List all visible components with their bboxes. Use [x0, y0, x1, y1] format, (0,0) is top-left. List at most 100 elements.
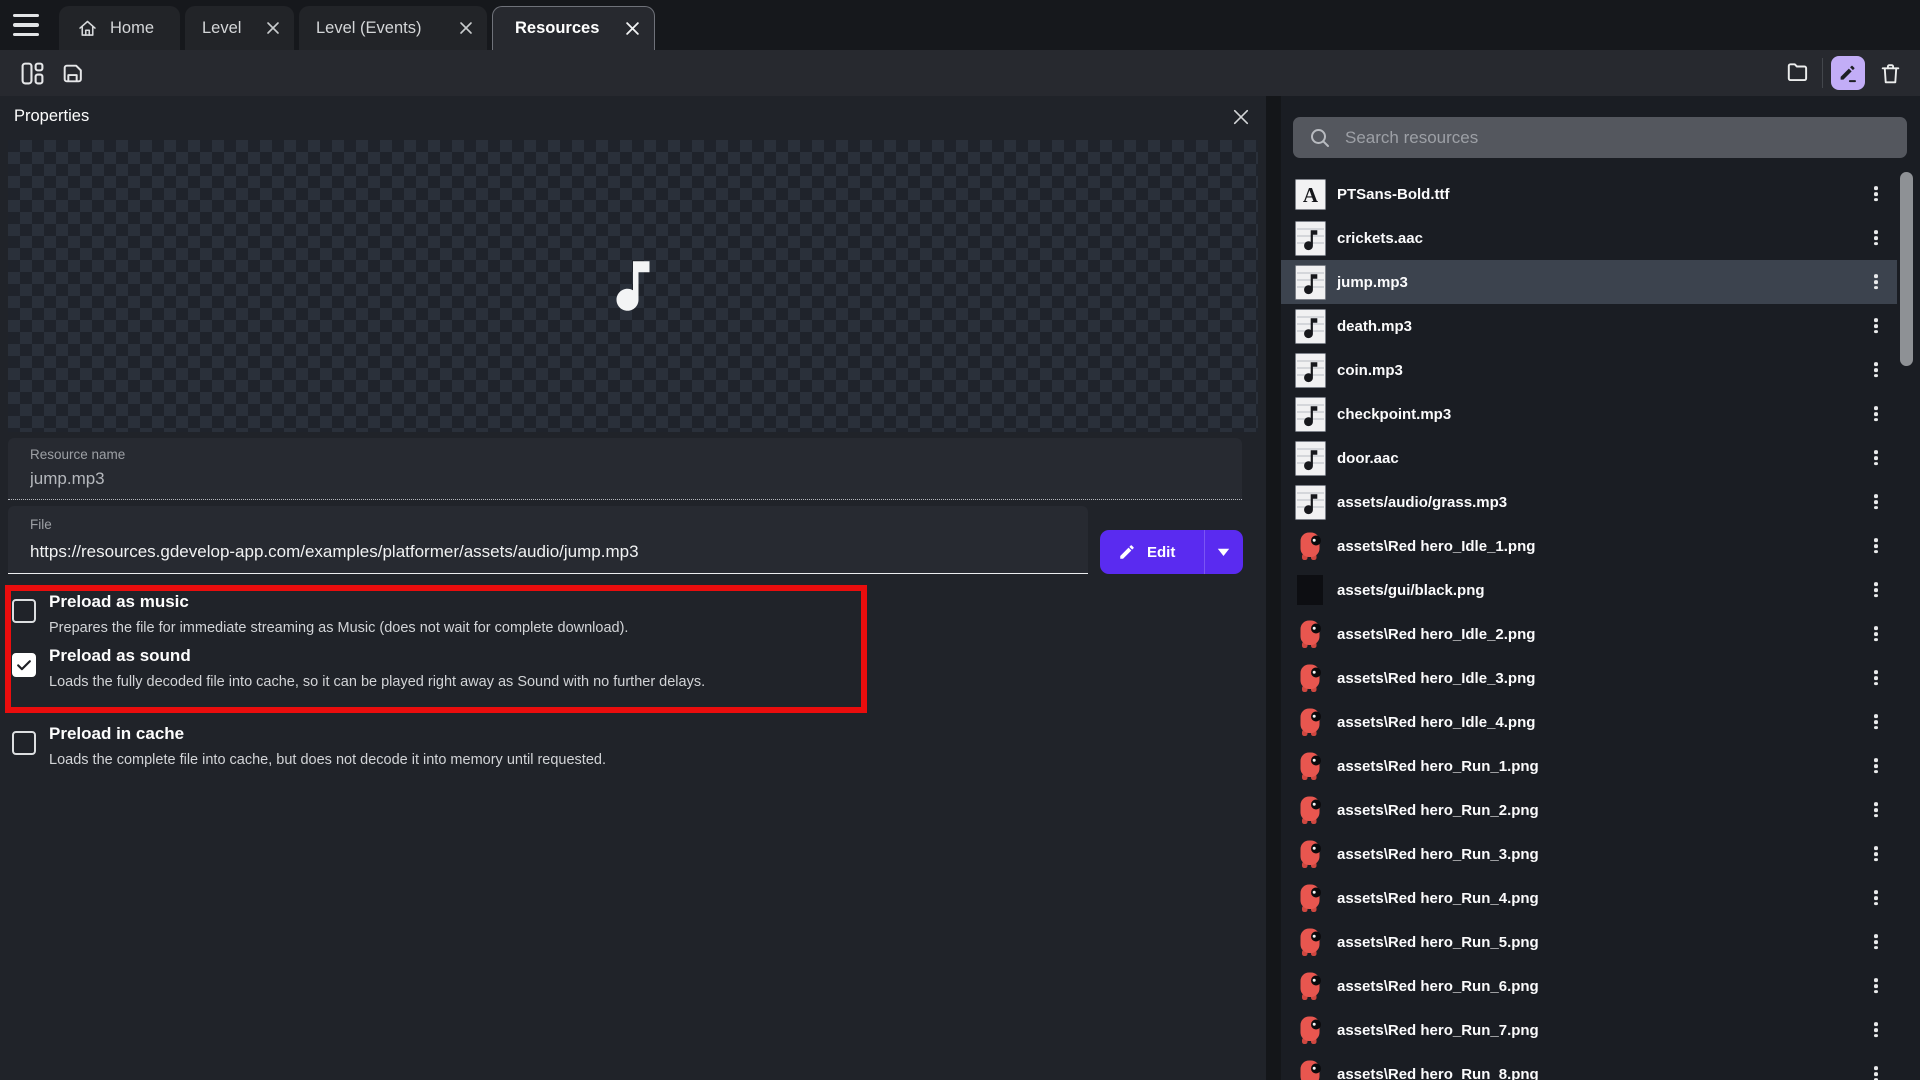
resource-name-input[interactable] [30, 469, 1220, 489]
tab-close-icon[interactable] [458, 21, 473, 36]
save-icon[interactable] [58, 59, 86, 87]
folder-icon[interactable] [1784, 59, 1812, 87]
resource-type-icon: A [1294, 220, 1326, 256]
tab-close-icon[interactable] [265, 21, 280, 36]
resource-list-item[interactable]: A assets\Red her [1281, 920, 1897, 964]
resource-type-icon: A [1294, 968, 1326, 1004]
resource-type-icon: A [1294, 396, 1326, 432]
kebab-menu-icon[interactable] [1869, 1061, 1883, 1080]
caret-down-icon [1217, 548, 1230, 557]
resource-name-field[interactable]: Resource name [8, 438, 1242, 500]
resource-name-label: assets\Red hero_Run_2.png [1337, 802, 1539, 819]
resource-list-item[interactable]: A checkpoint.mp3 [1281, 392, 1897, 436]
preload-option-row: Preload in cache Loads the complete file… [12, 722, 862, 768]
resource-list-item[interactable]: A assets\Red her [1281, 876, 1897, 920]
resource-type-icon: A [1294, 572, 1326, 608]
resource-list-item[interactable]: A crickets.aac [1281, 216, 1897, 260]
resource-list-item[interactable]: A death.mp3 [1281, 304, 1897, 348]
tab-level-events[interactable]: Level (Events) [299, 6, 487, 50]
tab-resources[interactable]: Resources [492, 6, 655, 50]
resource-list-item[interactable]: A assets\Red her [1281, 612, 1897, 656]
music-note-icon [600, 253, 666, 319]
trash-icon[interactable] [1876, 59, 1904, 87]
resource-type-icon: A [1294, 924, 1326, 960]
resource-list-item[interactable]: A door.aac [1281, 436, 1897, 480]
search-input[interactable] [1345, 128, 1885, 148]
edit-mode-button[interactable] [1831, 56, 1865, 90]
tab-home[interactable]: Home [59, 6, 180, 50]
kebab-menu-icon[interactable] [1869, 665, 1883, 691]
resource-list-item[interactable]: A jump.mp3 [1281, 260, 1897, 304]
kebab-menu-icon[interactable] [1869, 577, 1883, 603]
resource-type-icon: A [1294, 484, 1326, 520]
kebab-menu-icon[interactable] [1869, 621, 1883, 647]
edit-dropdown-button[interactable] [1204, 530, 1242, 574]
file-field-label: File [30, 517, 52, 532]
resource-list-item[interactable]: A assets\Red her [1281, 788, 1897, 832]
checkbox[interactable] [12, 653, 36, 677]
kebab-menu-icon[interactable] [1869, 929, 1883, 955]
kebab-menu-icon[interactable] [1869, 1017, 1883, 1043]
resource-name-label: assets/gui/black.png [1337, 582, 1485, 599]
pencil-edit-icon [1838, 63, 1859, 84]
resource-type-icon: A [1294, 440, 1326, 476]
kebab-menu-icon[interactable] [1869, 401, 1883, 427]
resource-list-item[interactable]: A coin.mp3 [1281, 348, 1897, 392]
kebab-menu-icon[interactable] [1869, 357, 1883, 383]
resource-name-label: jump.mp3 [1337, 274, 1408, 291]
resource-list-item[interactable]: A assets\Red her [1281, 1052, 1897, 1080]
resource-type-icon: A [1294, 748, 1326, 784]
kebab-menu-icon[interactable] [1869, 885, 1883, 911]
resource-type-icon: A [1294, 660, 1326, 696]
checkbox[interactable] [12, 599, 36, 623]
edit-button[interactable]: Edit [1100, 530, 1243, 574]
kebab-menu-icon[interactable] [1869, 313, 1883, 339]
tab-label: Home [110, 19, 154, 38]
resource-name-label: crickets.aac [1337, 230, 1423, 247]
resource-type-icon: A [1294, 616, 1326, 652]
kebab-menu-icon[interactable] [1869, 973, 1883, 999]
resource-name-field-label: Resource name [30, 447, 125, 462]
kebab-menu-icon[interactable] [1869, 753, 1883, 779]
resource-list-item[interactable]: A assets\Red her [1281, 964, 1897, 1008]
tab-close-icon[interactable] [625, 21, 640, 36]
search-box[interactable] [1293, 117, 1907, 158]
resource-type-icon: A [1294, 308, 1326, 344]
resource-list-item[interactable]: A assets\Red her [1281, 524, 1897, 568]
checkbox[interactable] [12, 731, 36, 755]
resource-list-item[interactable]: A assets/audio/g [1281, 480, 1897, 524]
preload-option-description: Prepares the file for immediate streamin… [49, 620, 628, 636]
resource-name-label: PTSans-Bold.ttf [1337, 186, 1450, 203]
kebab-menu-icon[interactable] [1869, 797, 1883, 823]
resource-list-item[interactable]: A assets\Red her [1281, 656, 1897, 700]
resource-list-item[interactable]: A assets\Red her [1281, 700, 1897, 744]
tab-label: Level (Events) [316, 19, 421, 38]
scrollbar-thumb[interactable] [1900, 172, 1913, 366]
resource-list-item[interactable]: A assets\Red her [1281, 1008, 1897, 1052]
resource-name-label: assets\Red hero_Run_7.png [1337, 1022, 1539, 1039]
kebab-menu-icon[interactable] [1869, 181, 1883, 207]
file-field[interactable]: File [8, 506, 1088, 574]
kebab-menu-icon[interactable] [1869, 709, 1883, 735]
resource-type-icon: A [1294, 1012, 1326, 1048]
kebab-menu-icon[interactable] [1869, 225, 1883, 251]
kebab-menu-icon[interactable] [1869, 841, 1883, 867]
resource-name-label: assets\Red hero_Idle_1.png [1337, 538, 1535, 555]
file-url-input[interactable] [30, 542, 1070, 562]
hamburger-menu-icon[interactable] [13, 14, 39, 36]
kebab-menu-icon[interactable] [1869, 269, 1883, 295]
resource-list-item[interactable]: A assets/gui/bla [1281, 568, 1897, 612]
kebab-menu-icon[interactable] [1869, 489, 1883, 515]
close-icon[interactable] [1232, 108, 1250, 126]
kebab-menu-icon[interactable] [1869, 445, 1883, 471]
resource-list-item[interactable]: A assets\Red her [1281, 832, 1897, 876]
kebab-menu-icon[interactable] [1869, 533, 1883, 559]
resource-name-label: assets\Red hero_Run_8.png [1337, 1066, 1539, 1080]
tab-level[interactable]: Level [185, 6, 294, 50]
preload-option-row: Preload as sound Loads the fully decoded… [12, 644, 862, 690]
resource-list-item[interactable]: A PTSans-Bold.tt [1281, 172, 1897, 216]
resource-name-label: assets\Red hero_Run_6.png [1337, 978, 1539, 995]
resource-list-item[interactable]: A assets\Red her [1281, 744, 1897, 788]
tab-strip: Home Level Level (Events) Resources [0, 0, 1920, 50]
layout-panels-icon[interactable] [18, 59, 46, 87]
